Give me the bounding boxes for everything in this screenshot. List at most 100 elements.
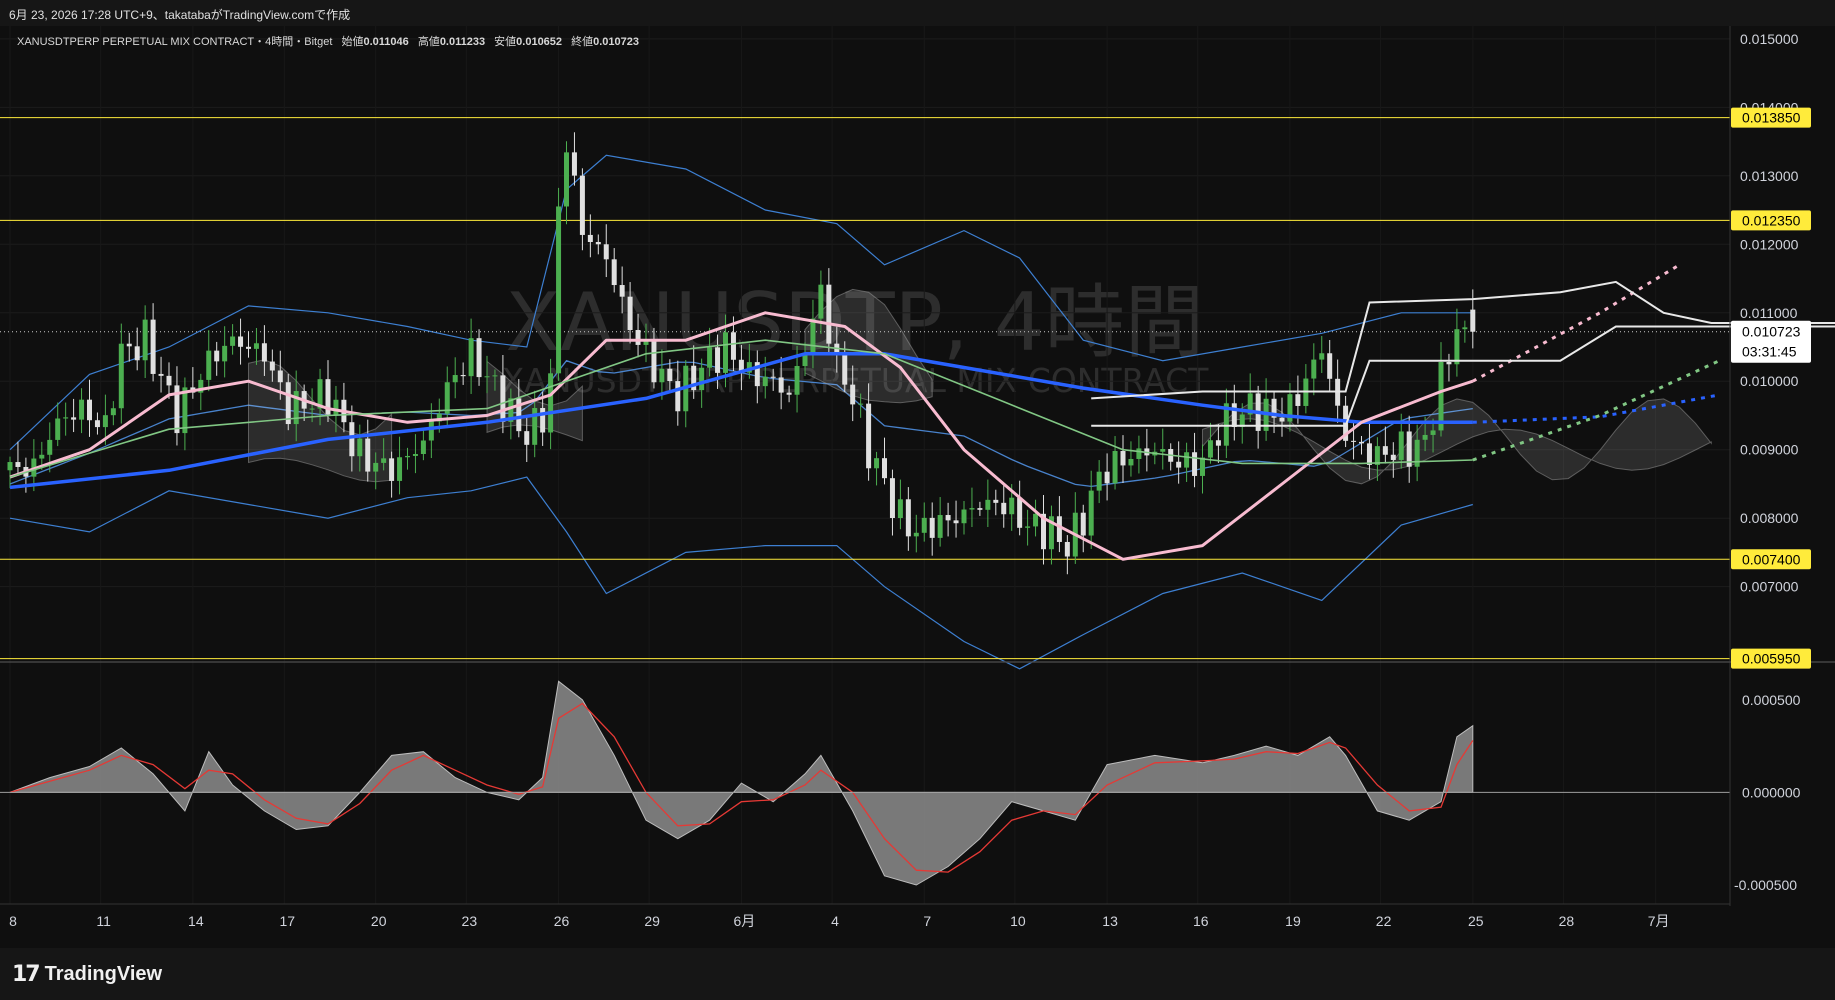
legend-open: 0.011046: [363, 36, 408, 48]
candle-body: [945, 515, 951, 521]
candle-body: [253, 343, 259, 349]
macd-tick: 0.000000: [1742, 784, 1801, 800]
candle-body: [79, 399, 85, 420]
candle-body: [651, 341, 657, 383]
candle-body: [897, 499, 903, 518]
candle-body: [230, 336, 236, 346]
candle-body: [611, 259, 617, 286]
candle-body: [118, 343, 124, 409]
candle-body: [102, 415, 108, 428]
price-tick: 0.007000: [1740, 579, 1799, 595]
legend-low: 0.010652: [516, 36, 562, 48]
candle-body: [762, 376, 768, 387]
candle-body: [889, 478, 895, 518]
candle-body: [1112, 451, 1118, 484]
candle-body: [587, 234, 593, 243]
candle-body: [428, 421, 434, 441]
candle-body: [412, 453, 418, 456]
candle-body: [166, 375, 172, 386]
time-tick: 6月: [734, 913, 756, 929]
candle-body: [993, 499, 999, 503]
time-tick: 19: [1285, 913, 1301, 929]
candle-body: [715, 347, 721, 373]
time-tick: 16: [1193, 913, 1209, 929]
candle-body: [842, 354, 848, 385]
candle-body: [1454, 329, 1460, 365]
candle-body: [71, 417, 77, 420]
candle-body: [1200, 457, 1205, 476]
candle-body: [87, 399, 92, 421]
candle-body: [94, 420, 100, 428]
candle-body: [158, 373, 164, 376]
candle-body: [548, 373, 554, 433]
candle-body: [1064, 541, 1070, 557]
candle-body: [389, 458, 395, 481]
candle-body: [1104, 471, 1110, 484]
tradingview-brand: TradingView: [44, 963, 163, 985]
candle-body: [444, 382, 450, 414]
candle-body: [285, 382, 291, 425]
time-tick: 4: [831, 913, 839, 929]
candle-body: [492, 375, 498, 377]
level-tag-label: 0.005950: [1742, 651, 1801, 667]
candle-body: [659, 368, 665, 383]
candle-body: [786, 392, 792, 395]
candle-body: [134, 346, 140, 361]
candle-body: [905, 499, 911, 537]
snapshot-title: 6月 23, 2026 17:28 UTC+9、takatabaがTrading…: [9, 8, 351, 22]
candle-body: [1470, 309, 1476, 332]
candle-body: [707, 347, 713, 368]
candle-body: [246, 346, 251, 349]
candle-body: [277, 370, 283, 383]
candle-body: [1176, 461, 1182, 468]
candle-body: [874, 458, 880, 469]
last-price-label: 0.010723: [1742, 324, 1801, 340]
tradingview-logo[interactable]: 17 TradingView: [12, 962, 162, 987]
price-chart[interactable]: XANUSDTP, 4時間 XANUSDTPERP PERPETUAL MIX …: [0, 26, 1835, 948]
candle-body: [675, 381, 681, 412]
candle-body: [55, 418, 61, 440]
candle-body: [126, 343, 132, 347]
candle-body: [142, 319, 148, 361]
candle-body: [1160, 449, 1166, 452]
candle-body: [150, 319, 156, 374]
level-tag-label: 0.013850: [1742, 110, 1801, 126]
candle-body: [1080, 512, 1086, 536]
time-tick: 7: [923, 913, 931, 929]
candle-body: [206, 350, 212, 380]
legend-symbol: XANUSDTPERP PERPETUAL MIX CONTRACT・4時間・B…: [17, 35, 332, 48]
candle-body: [309, 408, 315, 410]
candle-body: [1009, 497, 1015, 515]
candle-body: [47, 439, 53, 455]
footer-bar: 17 TradingView: [0, 948, 1835, 1000]
candle-body: [333, 399, 339, 415]
candle-body: [595, 242, 601, 245]
candle-body: [723, 332, 728, 373]
candle-body: [1231, 403, 1237, 427]
candle-body: [460, 375, 466, 377]
candle-body: [500, 375, 506, 422]
candle-body: [929, 517, 935, 538]
countdown-label: 03:31:45: [1742, 344, 1797, 360]
candle-body: [1295, 394, 1301, 406]
macd-tick: 0.000500: [1742, 692, 1801, 708]
time-tick: 8: [9, 913, 17, 929]
price-tick: 0.015000: [1740, 31, 1799, 47]
price-tick: 0.010000: [1740, 373, 1799, 389]
candle-body: [1120, 451, 1126, 466]
candle-body: [1422, 434, 1428, 440]
candle-body: [818, 284, 824, 319]
candle-body: [1279, 417, 1285, 422]
candle-body: [882, 458, 887, 479]
candle-body: [1215, 440, 1221, 446]
time-tick: 22: [1376, 913, 1392, 929]
top-bar: 6月 23, 2026 17:28 UTC+9、takatabaがTrading…: [0, 0, 1835, 26]
time-tick: 23: [462, 913, 478, 929]
time-tick: 10: [1010, 913, 1026, 929]
candle-body: [619, 285, 625, 297]
candle-body: [1430, 430, 1436, 435]
candle-body: [1056, 516, 1062, 542]
candle-body: [1096, 471, 1102, 491]
candle-body: [1319, 353, 1325, 360]
candle-body: [452, 375, 458, 383]
